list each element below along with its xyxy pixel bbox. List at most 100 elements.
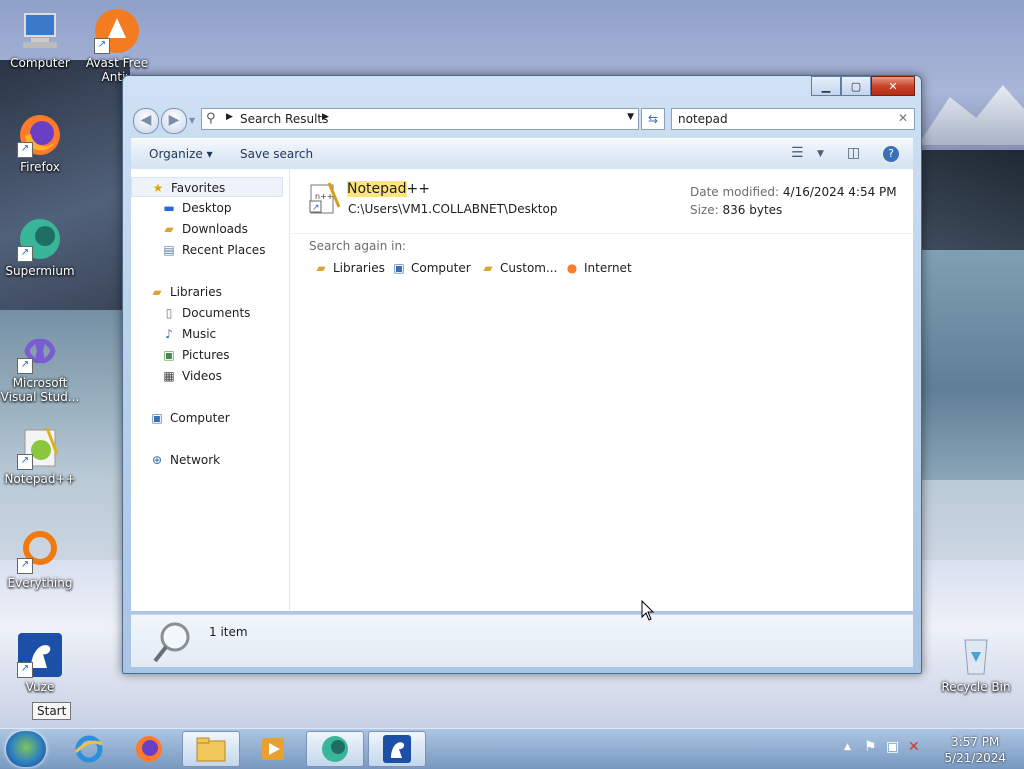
desktop-icon-firefox[interactable]: ↗ Firefox xyxy=(0,112,80,174)
nav-desktop[interactable]: ▬ Desktop xyxy=(161,198,231,218)
result-date-modified: Date modified: 4/16/2024 4:54 PM xyxy=(690,185,897,199)
view-dropdown-icon[interactable]: ▼ xyxy=(817,149,824,159)
desktop-icon-avast[interactable]: ↗ Avast Free Antiv xyxy=(77,8,157,84)
nav-documents[interactable]: ▯ Documents xyxy=(161,303,251,323)
visual-studio-icon: ↗ xyxy=(17,328,63,374)
shortcut-arrow-icon: ↗ xyxy=(17,142,33,158)
breadcrumb-arrow-icon[interactable]: ▶ xyxy=(322,112,329,122)
everything-icon: ↗ xyxy=(17,528,63,574)
search-again-internet[interactable]: ● Internet xyxy=(564,261,632,275)
shortcut-arrow-icon: ↗ xyxy=(17,246,33,262)
clear-search-icon[interactable]: ✕ xyxy=(898,111,908,125)
desktop-icon-computer[interactable]: Computer xyxy=(0,8,80,70)
nav-music[interactable]: ♪ Music xyxy=(161,324,216,344)
shortcut-arrow-icon: ↗ xyxy=(17,558,33,574)
nav-libraries[interactable]: ▰ Libraries xyxy=(149,282,221,302)
start-button[interactable] xyxy=(6,731,46,767)
notepadpp-icon: ↗ xyxy=(17,424,63,470)
taskbar-supermium[interactable] xyxy=(306,731,364,767)
system-tray: ▲ ⚑ ▣ ✕ 3:57 PM 5/21/2024 xyxy=(834,729,1024,769)
network-icon: ⊕ xyxy=(151,453,163,467)
taskbar-vuze[interactable] xyxy=(368,731,426,767)
address-dropdown-icon[interactable]: ▼ xyxy=(627,112,634,122)
downloads-folder-icon: ▰ xyxy=(164,222,174,236)
desktop-icon-vuze[interactable]: ↗ Vuze xyxy=(0,632,80,694)
taskbar: ▲ ⚑ ▣ ✕ 3:57 PM 5/21/2024 xyxy=(0,728,1024,769)
refresh-button[interactable]: ⇆ xyxy=(641,108,665,130)
clock[interactable]: 3:57 PM 5/21/2024 xyxy=(944,734,1006,766)
search-again-computer[interactable]: ▣ Computer xyxy=(391,261,470,275)
address-bar[interactable]: ⚲ ▶ Search Results ▶ ▼ xyxy=(201,108,639,130)
shortcut-arrow-icon: ↗ xyxy=(17,662,33,678)
nav-favorites[interactable]: ★ Favorites xyxy=(131,177,283,197)
maximize-button[interactable]: ▢ xyxy=(841,76,871,96)
vuze-icon xyxy=(383,735,411,763)
nav-pictures[interactable]: ▣ Pictures xyxy=(161,345,229,365)
nav-downloads[interactable]: ▰ Downloads xyxy=(161,219,248,239)
explorer-window[interactable]: ▁ ▢ ✕ ◀ ▶ ▼ ⚲ ▶ Search Results ▶ ▼ ⇆ not… xyxy=(122,75,922,674)
videos-icon: ▦ xyxy=(163,369,175,383)
breadcrumb-arrow-icon[interactable]: ▶ xyxy=(226,112,233,122)
search-again-libraries[interactable]: ▰ Libraries xyxy=(313,261,384,275)
show-hidden-icons-icon[interactable]: ▲ xyxy=(844,742,851,752)
forward-button[interactable]: ▶ xyxy=(161,108,187,134)
shortcut-arrow-icon: ↗ xyxy=(17,454,33,470)
music-icon: ♪ xyxy=(165,327,173,341)
avast-icon: ↗ xyxy=(94,8,140,54)
wallpaper-water xyxy=(918,250,1024,480)
custom-folder-icon: ▰ xyxy=(483,261,493,275)
desktop-icon-supermium[interactable]: ↗ Supermium xyxy=(0,216,80,278)
save-search-button[interactable]: Save search xyxy=(240,147,313,161)
taskbar-explorer[interactable] xyxy=(182,731,240,767)
result-size: Size: 836 bytes xyxy=(690,203,783,217)
nav-recent-places[interactable]: ▤ Recent Places xyxy=(161,240,265,260)
wallpaper-mountain xyxy=(918,85,1024,145)
organize-button[interactable]: Organize ▾ xyxy=(149,147,213,161)
recent-pages-chevron-icon[interactable]: ▼ xyxy=(189,116,195,125)
close-button[interactable]: ✕ xyxy=(871,76,915,96)
taskbar-firefox[interactable] xyxy=(120,731,178,767)
search-input[interactable]: notepad ✕ xyxy=(671,108,915,130)
result-name[interactable]: Notepad++ xyxy=(347,181,430,197)
libraries-icon: ▰ xyxy=(316,261,326,275)
desktop-icon-everything[interactable]: ↗ Everything xyxy=(0,528,80,590)
result-item[interactable]: n++ ↗ Notepad++ C:\Users\VM1.COLLABNET\De… xyxy=(291,169,913,234)
breadcrumb-search-results[interactable]: Search Results xyxy=(240,112,328,126)
minimize-button[interactable]: ▁ xyxy=(811,76,841,96)
star-icon: ★ xyxy=(152,181,164,195)
taskbar-ie[interactable] xyxy=(60,731,118,767)
internet-explorer-icon xyxy=(74,735,103,763)
mouse-cursor-icon xyxy=(641,600,655,621)
nav-videos[interactable]: ▦ Videos xyxy=(161,366,222,386)
magnifier-icon xyxy=(151,619,191,663)
supermium-icon: ↗ xyxy=(17,216,63,262)
pictures-icon: ▣ xyxy=(163,348,175,362)
taskbar-media-player[interactable] xyxy=(244,731,302,767)
computer-icon: ▣ xyxy=(151,411,163,425)
item-count: 1 item xyxy=(209,625,248,639)
search-again-label: Search again in: xyxy=(309,239,407,253)
nav-computer[interactable]: ▣ Computer xyxy=(149,408,229,428)
search-again-custom[interactable]: ▰ Custom... xyxy=(480,261,557,275)
back-button[interactable]: ◀ xyxy=(133,108,159,134)
desktop-icon-visual-studio[interactable]: ↗ Microsoft Visual Stud... xyxy=(0,328,80,404)
desktop-icon: ▬ xyxy=(163,201,175,215)
libraries-icon: ▰ xyxy=(152,285,162,299)
svg-text:n++: n++ xyxy=(315,192,333,201)
volume-muted-icon[interactable]: ✕ xyxy=(908,739,920,755)
desktop-icon-notepadpp[interactable]: ↗ Notepad++ xyxy=(0,424,80,486)
firefox-icon: ● xyxy=(566,261,578,275)
desktop-icon-recycle-bin[interactable]: Recycle Bin xyxy=(936,632,1016,694)
network-tray-icon[interactable]: ▣ xyxy=(886,739,899,755)
content-area: ★ Favorites ▬ Desktop ▰ Downloads ▤ Recent P… xyxy=(131,169,913,611)
view-options-icon[interactable]: ☰ xyxy=(791,145,804,161)
nav-network[interactable]: ⊕ Network xyxy=(149,450,220,470)
computer-icon: ▣ xyxy=(393,261,405,275)
help-icon[interactable]: ? xyxy=(883,146,899,162)
recent-places-icon: ▤ xyxy=(163,243,175,257)
preview-pane-icon[interactable]: ◫ xyxy=(847,145,860,161)
firefox-icon xyxy=(136,736,162,762)
notepadpp-icon: n++ ↗ xyxy=(309,181,341,214)
action-center-flag-icon[interactable]: ⚑ xyxy=(864,739,877,755)
navigation-pane: ★ Favorites ▬ Desktop ▰ Downloads ▤ Recent P… xyxy=(131,169,290,611)
